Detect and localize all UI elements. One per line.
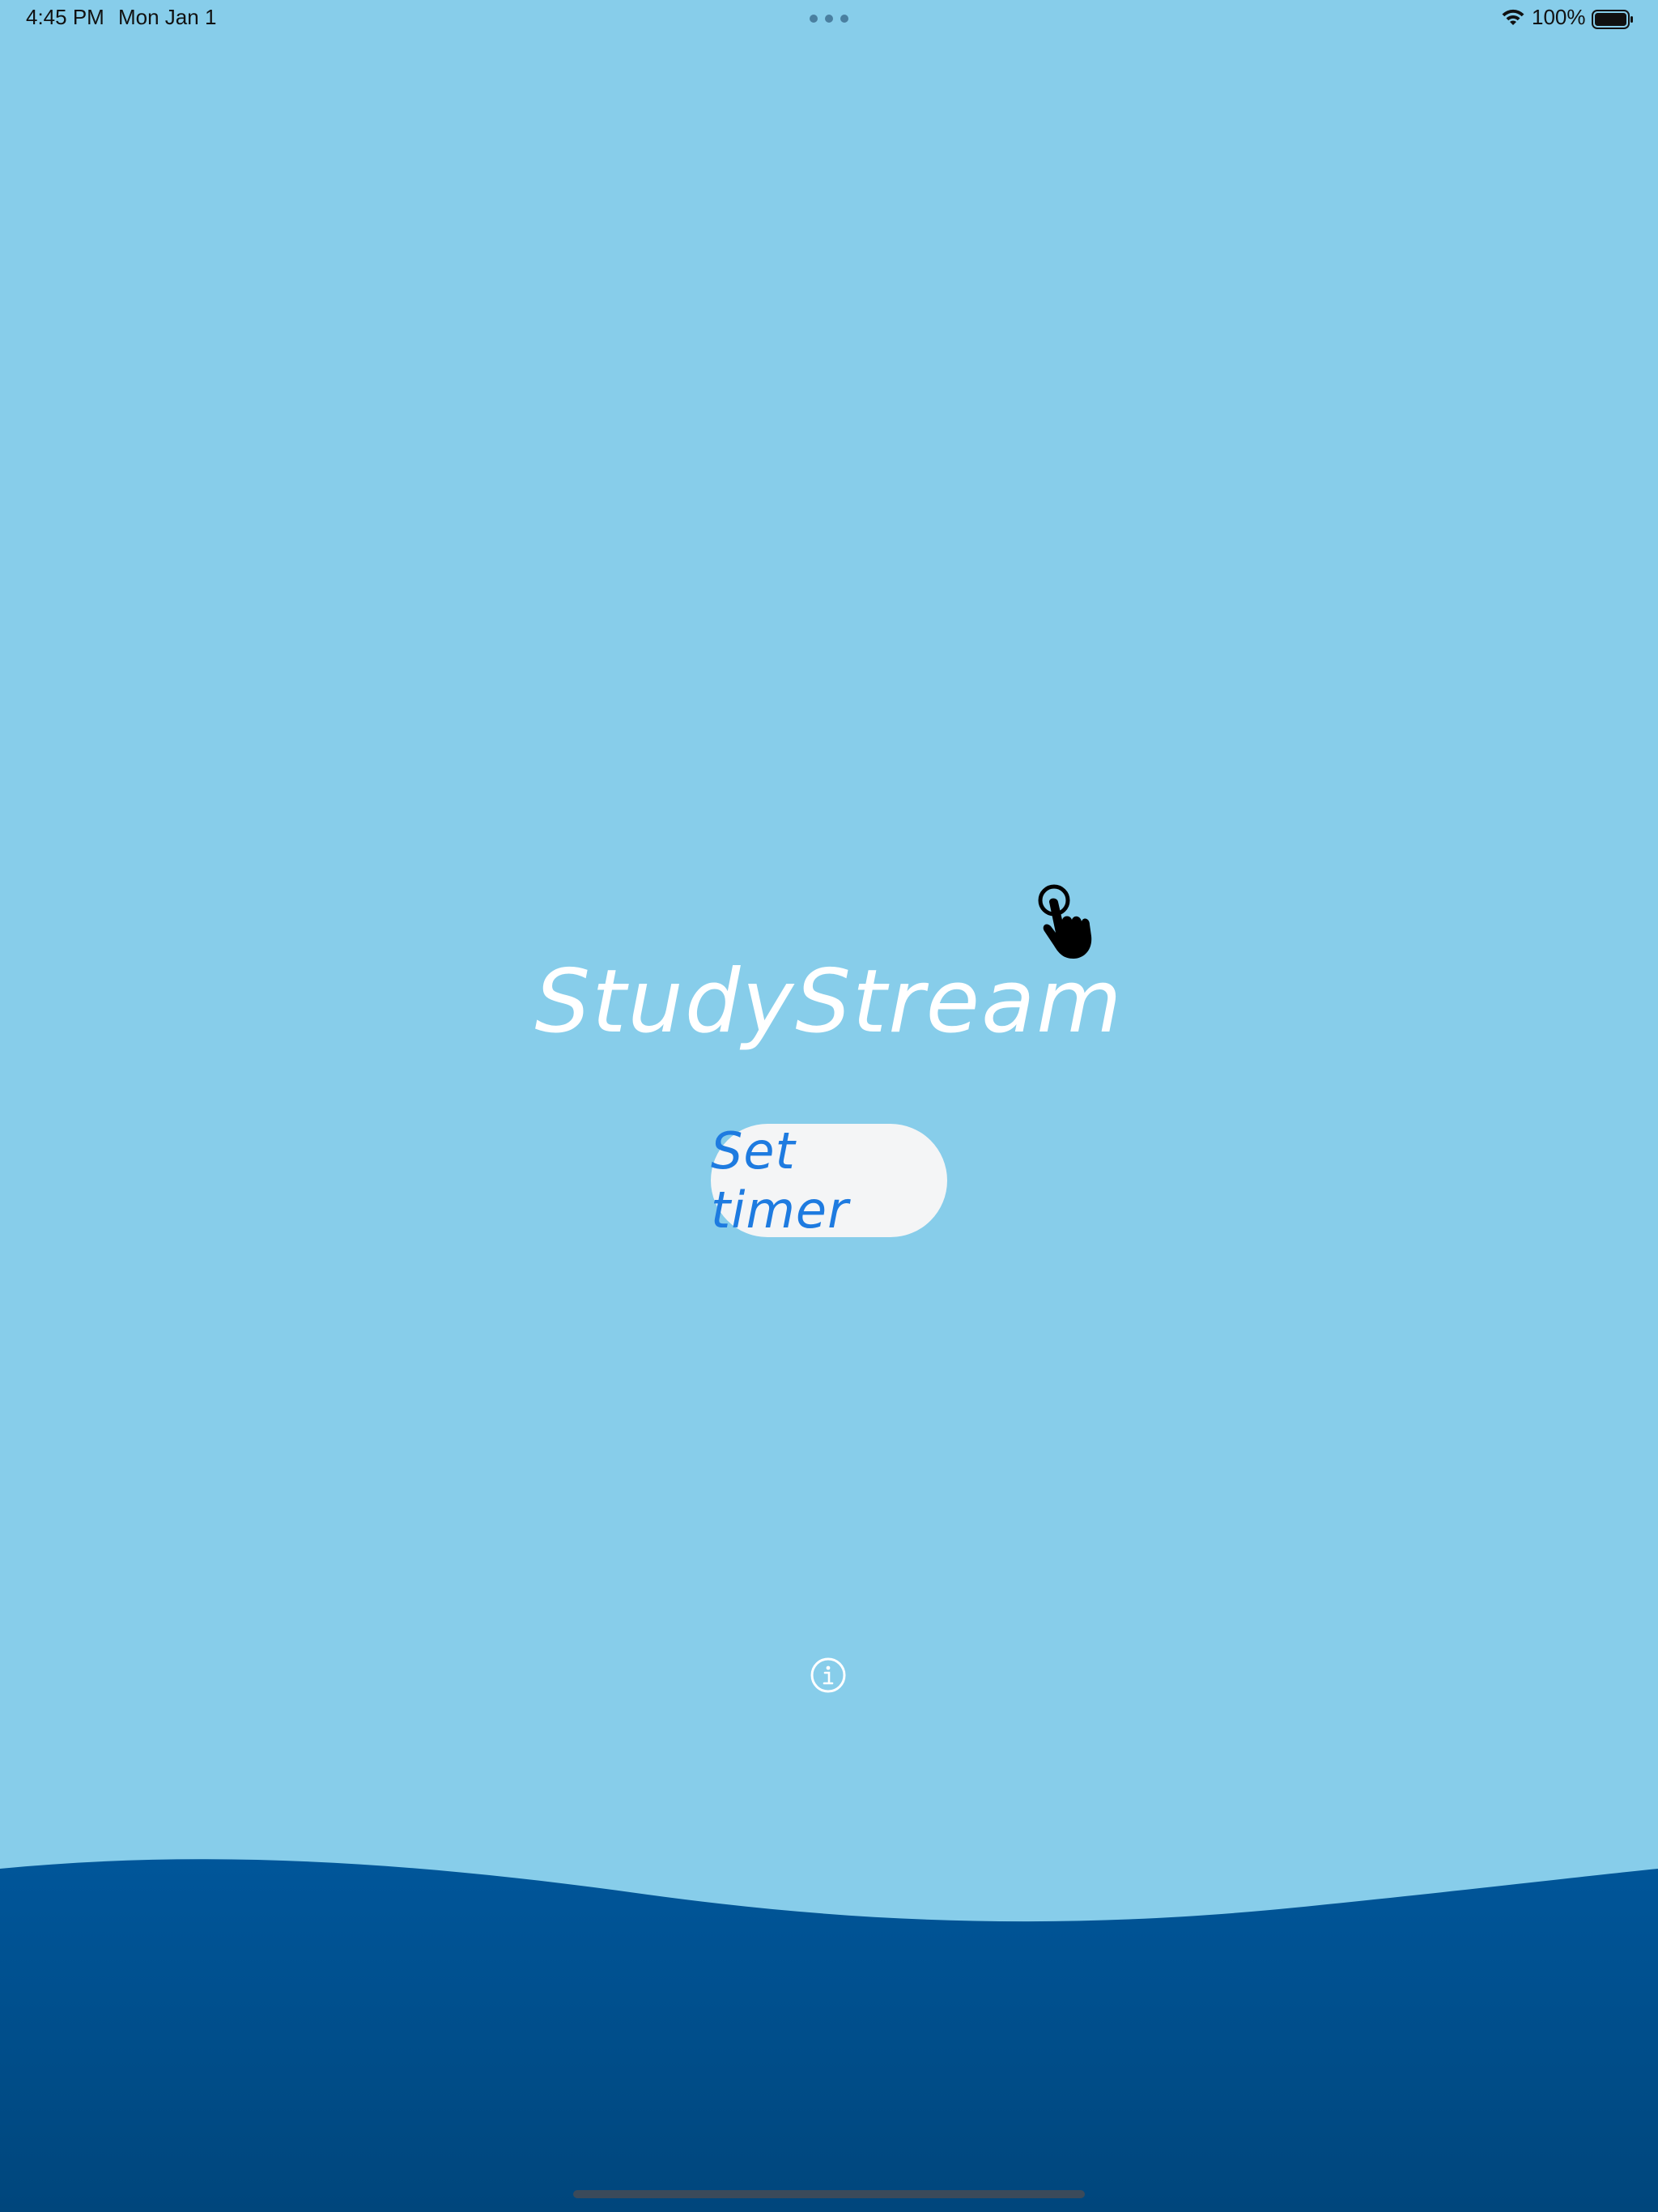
multitasking-dots[interactable] — [810, 13, 848, 24]
battery-icon — [1592, 10, 1633, 29]
home-indicator[interactable] — [573, 2190, 1085, 2198]
dot — [840, 15, 848, 23]
dot — [825, 15, 833, 23]
set-timer-button[interactable]: Set timer — [711, 1121, 947, 1240]
status-date: Mon Jan 1 — [118, 5, 217, 29]
app-title: StudyStream — [534, 951, 1124, 1053]
wifi-icon — [1502, 9, 1524, 25]
set-timer-label: Set timer — [711, 1121, 849, 1240]
battery-percent: 100% — [1532, 5, 1586, 29]
status-time: 4:45 PM — [26, 5, 104, 29]
hand-pointer-icon — [1038, 884, 1092, 959]
info-icon[interactable] — [810, 1657, 847, 1694]
ocean-wave — [0, 1859, 1658, 2212]
dot — [810, 15, 818, 23]
status-bar: 4:45 PM Mon Jan 1 100% — [0, 0, 1658, 39]
